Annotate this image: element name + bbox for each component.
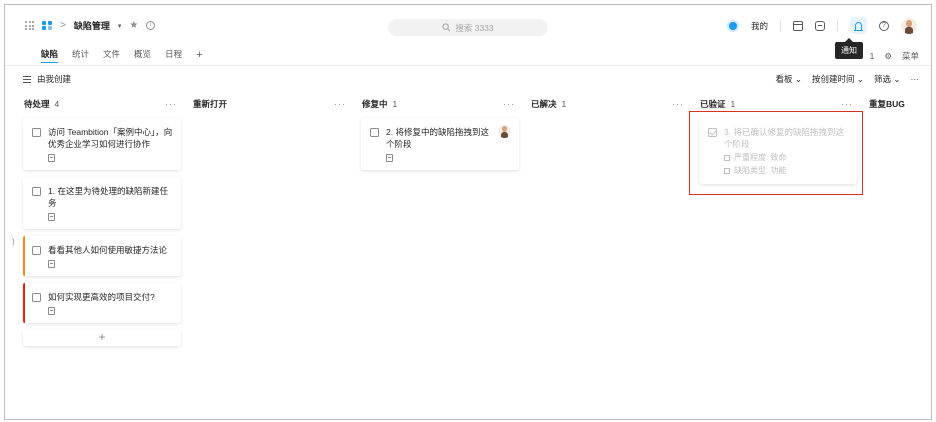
column-title: 已解决 bbox=[531, 99, 557, 109]
breadcrumb-separator: > bbox=[60, 20, 66, 31]
column-reopened: 重新打开 ··· bbox=[192, 97, 350, 417]
tab-files[interactable]: 文件 bbox=[103, 48, 120, 62]
filter-scope[interactable]: 由我创建 bbox=[23, 73, 71, 85]
tab-divider bbox=[5, 65, 931, 66]
task-card[interactable]: 访问 Teambition「案例中心」，向优秀企业学习如何进行协作 bbox=[23, 118, 181, 170]
task-card[interactable]: 2. 将修复中的缺陷拖拽到这个阶段 bbox=[361, 118, 519, 170]
column-count: 1 bbox=[730, 99, 736, 109]
sort-dropdown[interactable]: 按创建时间 ⌄ bbox=[812, 73, 864, 85]
tab-stats[interactable]: 统计 bbox=[72, 48, 89, 62]
add-task-button[interactable]: + bbox=[23, 330, 181, 346]
column-more-button[interactable]: ··· bbox=[841, 99, 853, 109]
tab-schedule[interactable]: 日程 bbox=[165, 48, 182, 62]
breadcrumb: > 缺陷管理 ▾ ★ i bbox=[25, 19, 156, 32]
note-icon bbox=[386, 154, 393, 162]
checkbox-icon[interactable] bbox=[32, 128, 41, 137]
header-actions: 我的 ? bbox=[726, 17, 917, 34]
notification-button[interactable] bbox=[850, 17, 867, 34]
task-title: 如何实现更高效的项目交付? bbox=[48, 292, 155, 302]
checkbox-icon[interactable] bbox=[32, 246, 41, 255]
column-title: 已验证 bbox=[700, 99, 726, 109]
column-resolved: 已解决 1 ··· bbox=[530, 97, 688, 417]
column-title: 重新打开 bbox=[193, 99, 228, 109]
note-icon bbox=[48, 260, 55, 268]
member-count[interactable]: 1 bbox=[870, 51, 875, 61]
menu-settings-icon: ⚙ bbox=[884, 50, 892, 61]
task-title: 1. 在这里为待处理的缺陷新建任务 bbox=[48, 186, 168, 208]
filter-dropdown[interactable]: 筛选 ⌄ bbox=[874, 73, 900, 85]
column-header: 待处理 4 bbox=[23, 97, 181, 111]
column-fixing: 修复中 1 ··· 2. 将修复中的缺陷拖拽到这个阶段 bbox=[361, 97, 519, 417]
task-title: 2. 将修复中的缺陷拖拽到这个阶段 bbox=[386, 127, 489, 149]
divider bbox=[837, 20, 838, 31]
task-card[interactable]: 看看其他人如何使用敏捷方法论 bbox=[23, 236, 181, 276]
bell-icon bbox=[854, 21, 863, 31]
project-title[interactable]: 缺陷管理 bbox=[74, 19, 110, 32]
chevron-down-icon[interactable]: ▾ bbox=[118, 22, 122, 30]
view-mode-dropdown[interactable]: 看板 ⌄ bbox=[776, 73, 802, 85]
column-title: 修复中 bbox=[362, 99, 388, 109]
top-bar: > 缺陷管理 ▾ ★ i 搜索 3333 我的 ? bbox=[5, 5, 931, 45]
column-title: 待处理 bbox=[24, 99, 50, 109]
column-header: 重复BUG bbox=[868, 97, 928, 111]
highlight-box bbox=[689, 111, 863, 195]
info-icon[interactable]: i bbox=[146, 21, 156, 30]
column-header: 修复中 1 bbox=[361, 97, 519, 111]
divider bbox=[780, 20, 781, 31]
view-controls: 看板 ⌄ 按创建时间 ⌄ 筛选 ⌄ ··· bbox=[776, 73, 919, 85]
column-header: 重新打开 bbox=[192, 97, 350, 111]
checkbox-icon[interactable] bbox=[370, 128, 379, 137]
avatar[interactable] bbox=[901, 17, 917, 34]
apps-grid-icon[interactable] bbox=[25, 21, 34, 30]
task-card[interactable]: 1. 在这里为待处理的缺陷新建任务 bbox=[23, 177, 181, 229]
column-count: 4 bbox=[54, 99, 60, 109]
task-title: 访问 Teambition「案例中心」，向优秀企业学习如何进行协作 bbox=[48, 127, 173, 149]
more-button[interactable]: ··· bbox=[911, 74, 920, 84]
my-status-icon[interactable] bbox=[726, 19, 739, 32]
project-icon bbox=[42, 20, 52, 31]
task-card[interactable]: 如何实现更高效的项目交付? bbox=[23, 283, 181, 323]
my-button[interactable]: 我的 bbox=[751, 20, 768, 32]
message-icon[interactable] bbox=[815, 20, 825, 31]
column-more-button[interactable]: ··· bbox=[165, 99, 177, 109]
view-tabs: 缺陷 统计 文件 概览 日程 + bbox=[41, 45, 203, 65]
column-count: 1 bbox=[561, 99, 567, 109]
calendar-icon[interactable] bbox=[793, 20, 803, 31]
task-title: 看看其他人如何使用敏捷方法论 bbox=[48, 245, 168, 255]
checkbox-icon[interactable] bbox=[32, 293, 41, 302]
note-icon bbox=[48, 154, 55, 162]
column-count: 1 bbox=[392, 99, 398, 109]
checkbox-icon[interactable] bbox=[32, 187, 41, 196]
app-window: > 缺陷管理 ▾ ★ i 搜索 3333 我的 ? 通知 缺陷 统计 文件 概览… bbox=[4, 4, 932, 420]
search-input[interactable]: 搜索 3333 bbox=[388, 19, 548, 36]
menu-button[interactable]: 菜单 bbox=[902, 50, 919, 62]
filter-scope-label: 由我创建 bbox=[37, 74, 72, 84]
notification-tooltip: 通知 bbox=[835, 38, 863, 59]
search-icon bbox=[442, 23, 451, 32]
column-pending: 待处理 4 ··· 访问 Teambition「案例中心」，向优秀企业学习如何进… bbox=[23, 97, 181, 417]
column-more-button[interactable]: ··· bbox=[334, 99, 346, 109]
column-header: 已解决 1 bbox=[530, 97, 688, 111]
star-icon[interactable]: ★ bbox=[129, 20, 138, 31]
tab-defects[interactable]: 缺陷 bbox=[41, 48, 59, 63]
help-icon[interactable]: ? bbox=[879, 20, 889, 31]
column-title: 重复BUG bbox=[869, 99, 905, 109]
column-header: 已验证 1 bbox=[699, 97, 857, 111]
assignee-avatar[interactable] bbox=[498, 125, 511, 138]
column-duplicate: 重复BUG bbox=[868, 97, 928, 417]
add-tab-button[interactable]: + bbox=[196, 50, 202, 61]
tab-overview[interactable]: 概览 bbox=[134, 48, 151, 62]
tabs-right-actions: 1 ⚙ 菜单 bbox=[870, 50, 919, 62]
column-more-button[interactable]: ··· bbox=[672, 99, 684, 109]
search-placeholder: 搜索 3333 bbox=[455, 22, 494, 33]
column-more-button[interactable]: ··· bbox=[503, 99, 515, 109]
note-icon bbox=[48, 213, 55, 221]
collapse-handle-icon[interactable]: ) bbox=[12, 237, 15, 246]
note-icon bbox=[48, 307, 55, 315]
menu-icon bbox=[23, 75, 31, 83]
